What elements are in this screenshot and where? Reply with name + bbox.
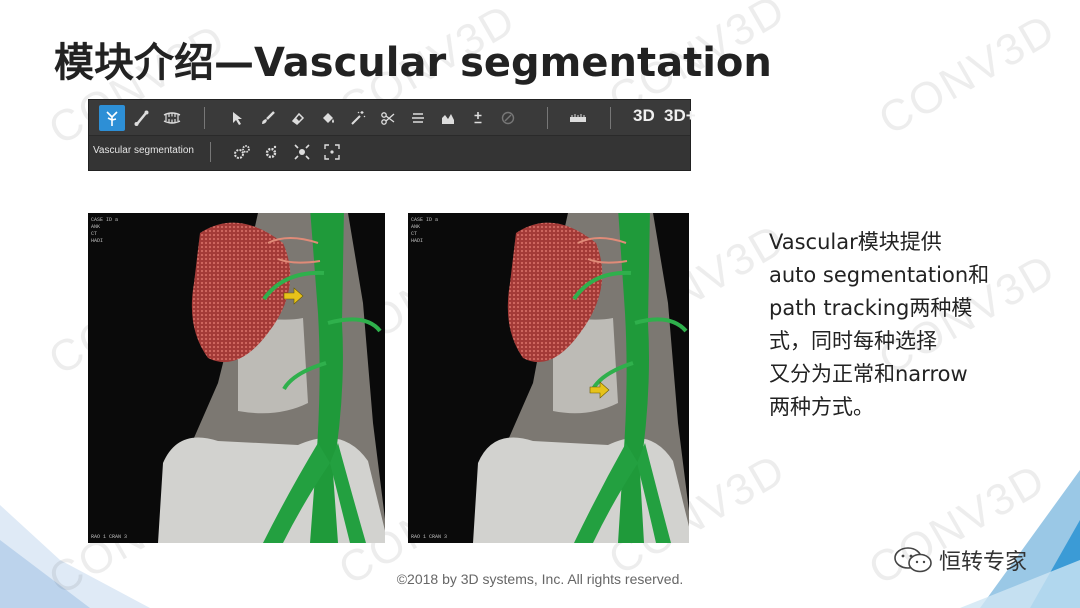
slide-title: 模块介绍—Vascular segmentation <box>54 40 772 86</box>
image-overlay-info: CASE ID a ANK CT HADI <box>91 217 119 244</box>
mode-label: Vascular segmentation <box>93 145 194 156</box>
brush-icon[interactable] <box>255 105 281 131</box>
gears-settings-icon[interactable] <box>231 141 253 163</box>
segmentation-image-right: CASE ID a ANK CT HADI RAO 1 CRAN 3 <box>408 213 689 543</box>
image-overlay-orientation: RAO 1 CRAN 3 <box>91 534 128 540</box>
description-line: 两种方式。 <box>769 395 874 419</box>
toolbar-divider <box>547 107 548 129</box>
histogram-icon[interactable] <box>435 105 461 131</box>
description-line: 又分为正常和narrow <box>769 362 968 386</box>
focus-points-icon[interactable] <box>291 141 313 163</box>
image-overlay-orientation: RAO 1 CRAN 3 <box>411 534 448 540</box>
brand-name: 恒转专家 <box>939 550 1028 575</box>
teeth-icon[interactable] <box>159 105 185 131</box>
description-text: Vascular模块提供 auto segmentation和 path tra… <box>769 226 1029 424</box>
description-line: auto segmentation和 <box>769 263 990 287</box>
fill-bucket-icon[interactable] <box>315 105 341 131</box>
image-overlay-info: CASE ID a ANK CT HADI <box>411 217 439 244</box>
vessel-tree-icon[interactable] <box>99 105 125 131</box>
select-arrow-icon[interactable] <box>225 105 251 131</box>
toolbar-divider <box>204 107 205 129</box>
threshold-icon[interactable] <box>405 105 431 131</box>
view-3d-button[interactable]: 3D <box>633 106 655 126</box>
plus-minus-icon[interactable] <box>465 105 491 131</box>
toolbar-sub-row: Vascular segmentation <box>89 136 690 170</box>
segmentation-image-left: CASE ID a ANK CT HADI RAO 1 CRAN 3 <box>88 213 385 543</box>
scissors-icon[interactable] <box>375 105 401 131</box>
eraser-icon[interactable] <box>285 105 311 131</box>
gear-icon[interactable] <box>260 141 282 163</box>
description-line: Vascular模块提供 <box>769 230 942 254</box>
vascular-toolbar: 3D 3D+ Vascular segmentation <box>88 99 696 171</box>
description-line: path tracking两种模 <box>769 296 973 320</box>
toolbar-divider <box>610 107 611 129</box>
toolbar-divider <box>210 142 211 162</box>
magic-wand-icon[interactable] <box>345 105 371 131</box>
brand-logo: 恒转专家 <box>893 544 1027 576</box>
disabled-tool-icon <box>495 105 521 131</box>
ruler-icon[interactable] <box>565 105 591 131</box>
toolbar-main-row: 3D 3D+ <box>89 100 696 136</box>
expand-points-icon[interactable] <box>321 141 343 163</box>
view-3d-plus-button[interactable]: 3D+ <box>664 106 696 126</box>
bone-icon[interactable] <box>129 105 155 131</box>
wechat-icon <box>894 547 932 573</box>
description-line: 式，同时每种选择 <box>769 329 937 353</box>
